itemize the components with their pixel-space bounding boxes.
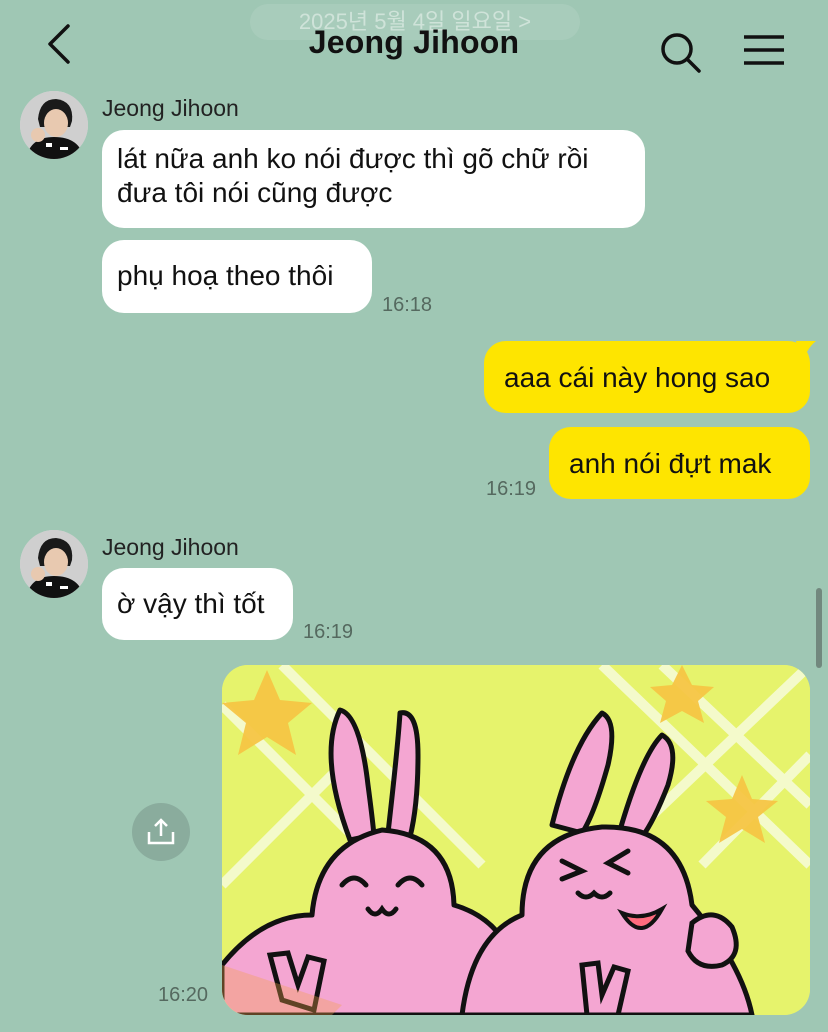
message-text: lát nữa anh ko nói được thì gõ chữ rồi bbox=[117, 143, 589, 174]
menu-icon[interactable] bbox=[740, 32, 788, 72]
scrollbar[interactable] bbox=[816, 588, 822, 668]
share-button[interactable] bbox=[132, 803, 190, 861]
message-time: 16:19 bbox=[303, 621, 354, 643]
message-time: 16:20 bbox=[158, 984, 209, 1006]
sender-name: Jeong Jihoon bbox=[102, 534, 239, 560]
sender-name: Jeong Jihoon bbox=[102, 95, 239, 121]
message-bubble-incoming[interactable]: lát nữa anh ko nói được thì gõ chữ rồi đ… bbox=[102, 130, 645, 228]
avatar[interactable] bbox=[20, 530, 88, 598]
chat-header: 2025년 5월 4일 일요일 > Jeong Jihoon bbox=[0, 0, 828, 92]
message-bubble-incoming[interactable]: ờ vậy thì tốt bbox=[102, 568, 293, 640]
share-icon bbox=[147, 818, 175, 845]
message-text: đưa tôi nói cũng được bbox=[117, 177, 393, 208]
sticker-image[interactable] bbox=[222, 665, 810, 1015]
message-bubble-outgoing[interactable]: aaa cái này hong sao bbox=[484, 341, 810, 413]
message-text: ờ vậy thì tốt bbox=[117, 588, 265, 619]
message-text: aaa cái này hong sao bbox=[504, 362, 771, 393]
message-time: 16:18 bbox=[382, 294, 433, 316]
avatar[interactable] bbox=[20, 91, 88, 159]
message-time: 16:19 bbox=[486, 478, 537, 500]
message-text: anh nói đựt mak bbox=[569, 448, 772, 479]
bubble-tail bbox=[796, 341, 816, 365]
search-icon[interactable] bbox=[658, 30, 704, 76]
message-bubble-outgoing[interactable]: anh nói đựt mak bbox=[549, 427, 810, 499]
message-bubble-incoming[interactable]: phụ hoạ theo thôi bbox=[102, 240, 372, 313]
message-text: phụ hoạ theo thôi bbox=[117, 260, 334, 291]
